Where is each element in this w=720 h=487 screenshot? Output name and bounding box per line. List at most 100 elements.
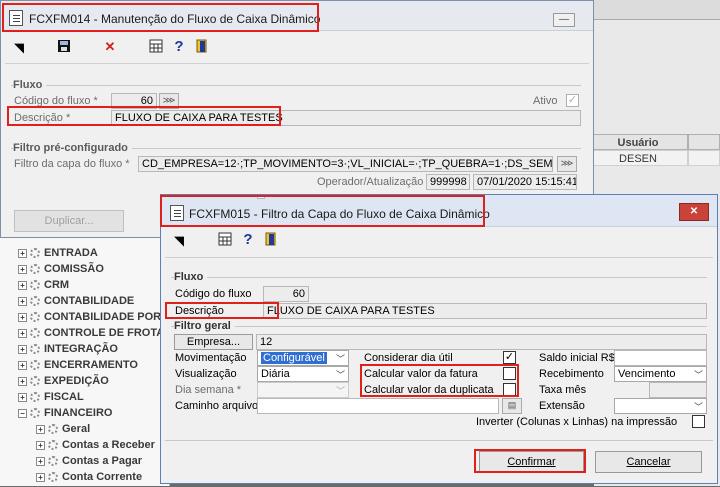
recebimento-select[interactable]: Vencimento ﹀ (614, 366, 707, 382)
document-icon (170, 205, 184, 221)
expand-icon[interactable]: + (36, 440, 45, 450)
chevron-down-icon: ﹀ (693, 402, 703, 412)
calculator-icon[interactable] (148, 39, 164, 55)
grid-cell-extra[interactable] (688, 150, 720, 166)
descricao-label: Descrição * (14, 112, 71, 124)
tree-item[interactable]: + CONTABILIDADE (18, 295, 134, 311)
descricao-field[interactable]: FLUXO DE CAIXA PARA TESTES (111, 110, 581, 126)
folder-icon[interactable]: ▤ (502, 398, 522, 414)
duplicar-button[interactable]: Duplicar... (14, 210, 124, 232)
tree-item[interactable]: − FINANCEIRO (18, 407, 112, 423)
inverter-checkbox[interactable] (692, 415, 705, 428)
dia-semana-select[interactable]: ﹀ (257, 382, 349, 398)
expand-icon[interactable]: + (18, 264, 27, 274)
grid-cell-usuario[interactable]: DESEN (588, 150, 688, 166)
tree-item[interactable]: + CONTROLE DE FROTA (18, 327, 164, 343)
expand-icon[interactable]: + (36, 424, 45, 434)
calculator-icon[interactable] (217, 232, 233, 248)
taxa-field[interactable] (649, 382, 707, 398)
codigo-field[interactable]: 60 (111, 93, 157, 109)
visualizacao-select[interactable]: Diária ﹀ (257, 366, 349, 382)
exit-icon[interactable] (263, 232, 279, 248)
cancelar-button[interactable]: Cancelar (595, 451, 702, 473)
caminho-input[interactable] (257, 398, 499, 414)
empresa-button[interactable]: Empresa... (174, 334, 253, 350)
gear-icon (30, 376, 40, 387)
expand-icon[interactable]: + (18, 376, 27, 386)
tree-item[interactable]: + Conta Corrente (36, 471, 142, 487)
tree-item[interactable]: + ENCERRAMENTO (18, 359, 138, 375)
pin-icon[interactable]: ◥ (11, 40, 27, 56)
tree-item[interactable]: + INTEGRAÇÃO (18, 343, 118, 359)
ativo-checkbox[interactable]: ✓ (566, 94, 579, 107)
grid-header-extra[interactable] (688, 134, 720, 150)
document-icon (9, 10, 23, 26)
tree-item[interactable]: + Contas a Pagar (36, 455, 142, 471)
expand-icon[interactable]: + (18, 312, 27, 322)
confirmar-button[interactable]: Confirmar (479, 451, 584, 473)
help-icon[interactable]: ? (171, 39, 187, 55)
tree-item[interactable]: + COMISSÃO (18, 263, 104, 279)
exit-icon[interactable] (194, 39, 210, 55)
tree-item-label: ENCERRAMENTO (44, 359, 138, 371)
collapse-icon[interactable]: − (18, 408, 27, 418)
filtro-lookup-button[interactable]: ⋙ (557, 156, 577, 172)
toolbar-divider (5, 63, 589, 64)
cancelar-label: Cancelar (626, 456, 671, 468)
dialog-fluxo-section-title: Fluxo (174, 271, 208, 283)
movimentacao-select[interactable]: Configurável ﹀ (257, 350, 349, 366)
tree-item[interactable]: + CRM (18, 279, 69, 295)
tree-item[interactable]: + ENTRADA (18, 247, 98, 263)
tree-item[interactable]: + FISCAL (18, 391, 84, 407)
expand-icon[interactable]: + (18, 296, 27, 306)
saldo-field[interactable] (614, 350, 707, 366)
expand-icon[interactable]: + (18, 392, 27, 402)
tree-item-label: FINANCEIRO (44, 407, 113, 419)
expand-icon[interactable]: + (18, 280, 27, 290)
confirmar-label: Confirmar (507, 456, 556, 468)
help-icon[interactable]: ? (240, 232, 256, 248)
filter-dialog: FCXFM015 - Filtro da Capa do Fluxo de Ca… (160, 194, 718, 484)
expand-icon[interactable]: + (36, 472, 45, 482)
pin-icon[interactable]: ◥ (171, 233, 187, 249)
gear-icon (48, 424, 58, 435)
expand-icon[interactable]: + (36, 456, 45, 466)
grid-header-usuario[interactable]: Usuário (588, 134, 688, 150)
expand-icon[interactable]: + (18, 344, 27, 354)
calc-duplicata-checkbox[interactable] (503, 383, 516, 396)
extensao-select[interactable]: ﹀ (614, 398, 707, 414)
expand-icon[interactable]: + (18, 328, 27, 338)
save-icon[interactable] (56, 39, 72, 55)
tree-item[interactable]: + Contas a Receber (36, 439, 155, 455)
calc-fatura-checkbox[interactable] (503, 367, 516, 380)
dialog-descricao-field[interactable]: FLUXO DE CAIXA PARA TESTES (263, 303, 707, 319)
codigo-label: Código do fluxo * (14, 95, 98, 107)
dlg-fluxo-line (171, 277, 707, 278)
expand-icon[interactable]: + (18, 360, 27, 370)
tree-panel: + ENTRADA + COMISSÃO + CRM + CONTABILIDADE + CONT… (0, 236, 170, 486)
bg-window-title: FCXFM014 - Manutenção do Fluxo de Caixa … (29, 12, 321, 26)
dialog-title: FCXFM015 - Filtro da Capa do Fluxo de Ca… (189, 207, 490, 221)
considerar-checkbox[interactable]: ✓ (503, 351, 516, 364)
tree-item[interactable]: + Geral (36, 423, 90, 439)
chevron-down-icon: ﹀ (335, 370, 345, 380)
codigo-lookup-button[interactable]: ⋙ (159, 93, 179, 109)
tree-item-label: EXPEDIÇÃO (44, 375, 109, 387)
tree-item[interactable]: + EXPEDIÇÃO (18, 375, 109, 391)
gear-icon (30, 296, 40, 307)
empresa-field[interactable]: 12 (256, 334, 707, 350)
tree-item-label: Contas a Pagar (62, 455, 143, 467)
caminho-field[interactable] (257, 195, 265, 199)
close-icon[interactable]: ✕ (679, 203, 709, 221)
delete-icon[interactable]: ✕ (102, 39, 118, 55)
tree-item[interactable]: + CONTABILIDADE POR (18, 311, 161, 327)
filtro-field[interactable]: CD_EMPRESA=12·;TP_MOVIMENTO=3·;VL_INICIA… (138, 156, 553, 172)
minimize-icon[interactable]: — (553, 13, 575, 27)
data-atualizacao-field[interactable]: 07/01/2020 15:15:41 (473, 174, 577, 190)
fluxo-line (11, 85, 581, 86)
dialog-codigo-field[interactable]: 60 (263, 286, 309, 302)
movimentacao-value: Configurável (261, 352, 327, 364)
operador-field[interactable]: 999998 (426, 174, 470, 190)
taxa-label: Taxa mês (539, 384, 587, 396)
expand-icon[interactable]: + (18, 248, 27, 258)
